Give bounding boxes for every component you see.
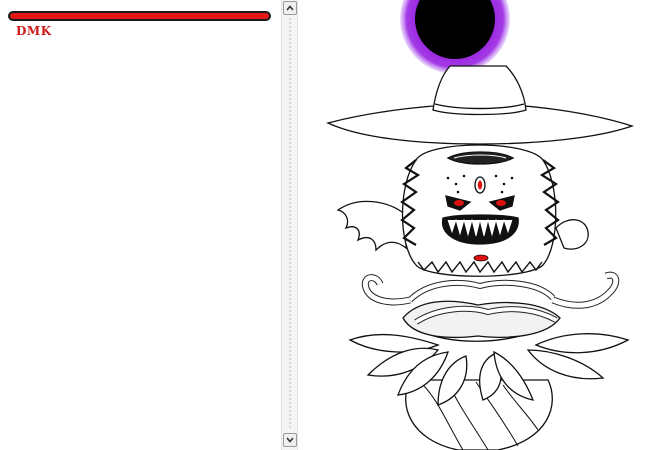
boss-name-label: DMK [16, 24, 52, 38]
dark-portal [400, 0, 510, 74]
scroll-track[interactable] [289, 18, 291, 430]
chevron-up-icon [286, 5, 294, 11]
scroll-down-button[interactable] [283, 433, 297, 447]
game-stage[interactable] [298, 0, 650, 450]
scroll-up-button[interactable] [283, 1, 297, 15]
boss-status-panel: DMK [0, 0, 279, 450]
boss-hp-fill [10, 13, 269, 19]
chevron-down-icon [286, 437, 294, 443]
boss-sprite [326, 65, 635, 450]
boss-scene [326, 0, 635, 450]
vertical-scrollbar[interactable] [281, 0, 298, 450]
boss-hp-bar [8, 11, 271, 21]
